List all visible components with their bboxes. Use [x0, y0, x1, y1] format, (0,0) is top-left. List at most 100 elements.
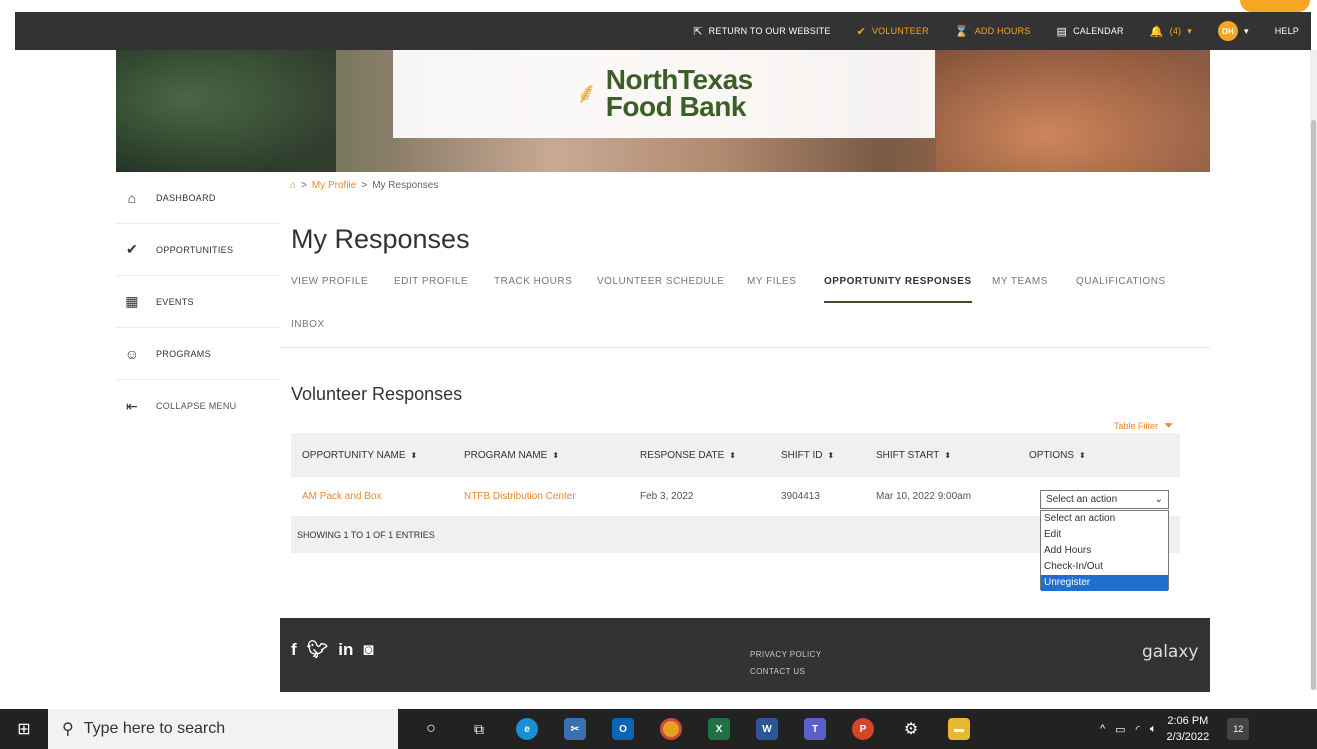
logo-line-2: Food Bank: [605, 91, 747, 122]
option-edit[interactable]: Edit: [1041, 527, 1168, 543]
sort-icon: ⬍: [552, 450, 560, 460]
outlook-icon[interactable]: O: [612, 718, 634, 740]
tab-edit-profile[interactable]: EDIT PROFILE: [394, 276, 468, 287]
tab-my-teams[interactable]: MY TEAMS: [992, 276, 1048, 287]
windows-logo-icon: ⊞: [17, 721, 31, 738]
tab-view-profile[interactable]: VIEW PROFILE: [291, 276, 368, 287]
response-date-cell: Feb 3, 2022: [640, 491, 694, 502]
collapse-icon: ⇤: [125, 397, 139, 414]
instagram-icon[interactable]: ◙: [363, 640, 373, 660]
table-filter-button[interactable]: Table Filter ⏷: [1114, 418, 1174, 433]
user-menu-button[interactable]: DH ▾: [1217, 21, 1249, 41]
calendar-icon: ▤: [1056, 25, 1068, 38]
scrollbar-thumb[interactable]: [1311, 120, 1316, 690]
sidebar-item-opportunities[interactable]: ✔ OPPORTUNITIES: [116, 224, 280, 276]
tab-qualifications[interactable]: QUALIFICATIONS: [1076, 276, 1166, 287]
hourglass-icon: ⌛: [954, 25, 969, 38]
search-icon: ⚲: [62, 721, 74, 738]
sidebar-item-events[interactable]: ▦ EVENTS: [116, 276, 280, 328]
banner-photo-right: [936, 50, 1210, 172]
col-header-shift-start[interactable]: SHIFT START ⬍: [876, 450, 1029, 461]
taskbar-search-input[interactable]: ⚲ Type here to search: [48, 709, 398, 749]
program-name-link[interactable]: NTFB Distribution Center: [464, 491, 640, 502]
twitter-icon[interactable]: 🐦︎: [307, 640, 329, 660]
tab-inbox[interactable]: INBOX: [291, 319, 325, 330]
taskbar-apps: ○ ⧉ e ✂ O X W T P ⚙ ▬: [420, 709, 970, 749]
check-circle-icon: ✔: [856, 25, 866, 38]
wifi-icon[interactable]: ◜: [1136, 723, 1140, 736]
breadcrumb-current: My Responses: [372, 180, 439, 191]
external-link-icon: ⇱: [693, 25, 703, 38]
header-banner: ⸙ NorthTexas Food Bank: [116, 50, 1210, 172]
sort-icon: ⬍: [729, 450, 736, 460]
edge-icon[interactable]: e: [516, 718, 538, 740]
contact-us-link[interactable]: CONTACT US: [750, 663, 822, 680]
col-header-opportunity-name[interactable]: OPPORTUNITY NAME ⬍: [291, 450, 464, 461]
taskbar-clock[interactable]: 2:06 PM 2/3/2022: [1166, 713, 1209, 745]
task-view-icon[interactable]: ⧉: [468, 718, 490, 740]
tab-my-files[interactable]: MY FILES: [747, 276, 796, 287]
shift-id-cell: 3904413: [781, 491, 820, 502]
file-explorer-icon[interactable]: ▬: [948, 718, 970, 740]
settings-gear-icon[interactable]: ⚙: [900, 718, 922, 740]
action-select[interactable]: Select an action ⌄: [1040, 490, 1169, 509]
breadcrumb-my-profile[interactable]: My Profile: [312, 180, 356, 191]
home-icon[interactable]: ⌂: [290, 180, 296, 191]
sort-icon: ⬍: [1079, 450, 1086, 460]
facebook-icon[interactable]: f: [291, 640, 297, 660]
help-link[interactable]: HELP: [1275, 26, 1299, 36]
sidebar-item-dashboard[interactable]: ⌂ DASHBOARD: [116, 172, 280, 224]
add-hours-link[interactable]: ⌛ ADD HOURS: [955, 25, 1031, 38]
wheat-icon: ⸙: [575, 77, 598, 110]
bell-icon: 🔔: [1149, 25, 1164, 38]
sidebar-item-collapse-menu[interactable]: ⇤ COLLAPSE MENU: [116, 380, 280, 432]
table-header: OPPORTUNITY NAME ⬍ PROGRAM NAME ⬍ RESPONSE…: [291, 433, 1180, 477]
cortana-icon[interactable]: ○: [420, 718, 442, 740]
col-header-options[interactable]: OPTIONS ⬍: [1029, 450, 1180, 461]
battery-icon[interactable]: ▭: [1115, 723, 1125, 736]
col-header-shift-id[interactable]: SHIFT ID ⬍: [781, 450, 876, 461]
house-icon: ⌂: [127, 189, 137, 206]
volunteer-link[interactable]: ✔ VOLUNTEER: [857, 25, 929, 38]
option-unregister[interactable]: Unregister: [1041, 575, 1168, 591]
return-to-website-link[interactable]: ⇱ RETURN TO OUR WEBSITE: [693, 25, 830, 38]
sidebar-item-programs[interactable]: ☺ PROGRAMS: [116, 328, 280, 380]
tab-volunteer-schedule[interactable]: VOLUNTEER SCHEDULE: [597, 276, 724, 287]
page-scrollbar[interactable]: [1310, 50, 1317, 690]
chrome-icon[interactable]: [660, 718, 682, 740]
col-header-response-date[interactable]: RESPONSE DATE ⬍: [640, 450, 781, 461]
col-header-program-name[interactable]: PROGRAM NAME ⬍: [464, 450, 640, 461]
windows-start-button[interactable]: ⊞: [0, 709, 48, 749]
action-dropdown-list: Select an action Edit Add Hours Check-In…: [1040, 510, 1169, 591]
privacy-policy-link[interactable]: PRIVACY POLICY: [750, 646, 822, 663]
galaxy-logo[interactable]: galaxy: [1142, 642, 1198, 662]
notifications-button[interactable]: 🔔 (4) ▾: [1150, 25, 1192, 38]
tab-opportunity-responses[interactable]: OPPORTUNITY RESPONSES: [824, 276, 972, 303]
opportunity-name-link[interactable]: AM Pack and Box: [291, 491, 464, 502]
social-links: f 🐦︎ in ◙: [291, 640, 374, 660]
calendar-link[interactable]: ▤ CALENDAR: [1057, 25, 1124, 38]
option-check-in-out[interactable]: Check-In/Out: [1041, 559, 1168, 575]
logo[interactable]: ⸙ NorthTexas Food Bank: [393, 50, 935, 138]
option-select-an-action[interactable]: Select an action: [1041, 511, 1168, 527]
volume-icon[interactable]: 🔈︎: [1150, 723, 1157, 736]
notification-center-button[interactable]: 12: [1227, 718, 1250, 740]
option-add-hours[interactable]: Add Hours: [1041, 543, 1168, 559]
browser-screen: ⇱ RETURN TO OUR WEBSITE ✔ VOLUNTEER ⌛ AD…: [0, 0, 1317, 749]
chevron-down-icon: ▾: [1243, 25, 1249, 36]
linkedin-icon[interactable]: in: [338, 640, 353, 660]
check-circle-icon: ✔: [125, 241, 139, 257]
chevron-down-icon: ▾: [1187, 25, 1192, 36]
tab-track-hours[interactable]: TRACK HOURS: [494, 276, 572, 287]
chevron-up-icon[interactable]: ^: [1100, 723, 1105, 735]
sort-icon: ⬍: [410, 450, 418, 460]
excel-icon[interactable]: X: [708, 718, 730, 740]
sort-icon: ⬍: [944, 450, 952, 460]
teams-icon[interactable]: T: [804, 718, 826, 740]
tabs-divider: [280, 347, 1210, 348]
snipping-tool-icon[interactable]: ✂: [564, 718, 586, 740]
banner-photo-left: [116, 50, 336, 172]
powerpoint-icon[interactable]: P: [852, 718, 874, 740]
word-icon[interactable]: W: [756, 718, 778, 740]
sidebar: ⌂ DASHBOARD ✔ OPPORTUNITIES ▦ EVENTS ☺ P…: [116, 172, 280, 692]
